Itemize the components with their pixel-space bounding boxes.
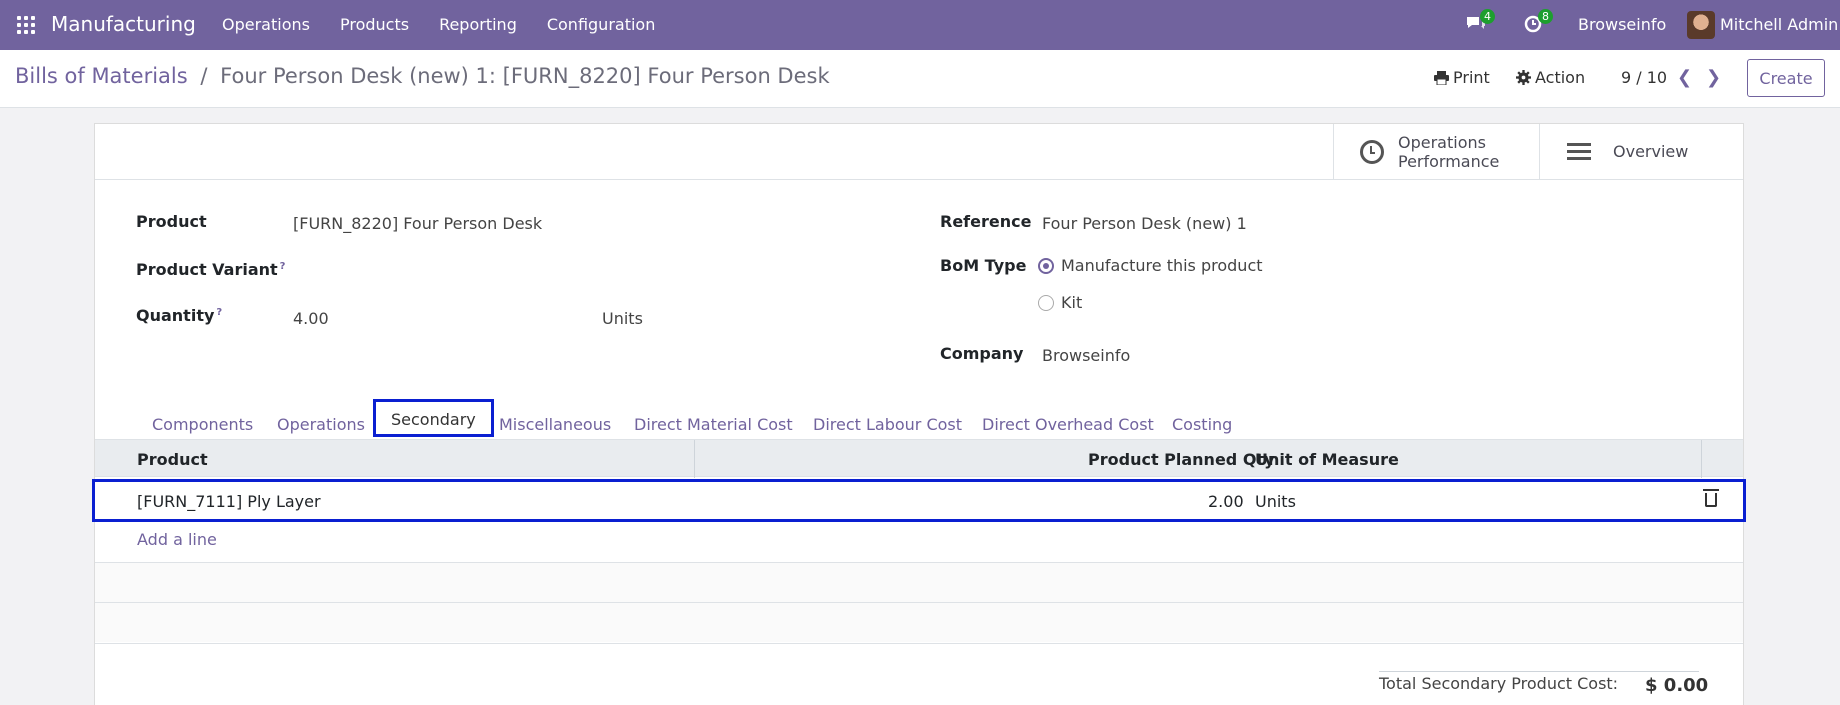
column-uom[interactable]: Unit of Measure bbox=[1255, 450, 1399, 469]
help-mark[interactable]: ? bbox=[280, 261, 286, 272]
tab-direct-overhead-cost[interactable]: Direct Overhead Cost bbox=[982, 409, 1154, 441]
tab-components[interactable]: Components bbox=[152, 409, 253, 441]
avatar[interactable] bbox=[1687, 11, 1715, 39]
list-icon bbox=[1567, 139, 1591, 164]
smart-button-bar: Operations Performance Overview bbox=[95, 124, 1743, 180]
product-label: Product bbox=[136, 212, 207, 231]
top-navbar: Manufacturing Operations Products Report… bbox=[0, 0, 1840, 50]
control-panel: Bills of Materials / Four Person Desk (n… bbox=[0, 50, 1840, 108]
row-qty[interactable]: 2.00 bbox=[1208, 492, 1244, 511]
menu-products[interactable]: Products bbox=[340, 15, 409, 34]
reference-field[interactable]: Four Person Desk (new) 1 bbox=[1042, 214, 1247, 233]
overview-button[interactable]: Overview bbox=[1539, 124, 1743, 179]
operations-performance-line1: Operations bbox=[1398, 132, 1486, 152]
menu-reporting[interactable]: Reporting bbox=[439, 15, 517, 34]
company-switcher[interactable]: Browseinfo bbox=[1578, 15, 1666, 34]
column-divider[interactable] bbox=[694, 440, 695, 478]
quantity-field[interactable]: 4.00 bbox=[293, 309, 329, 328]
overview-label: Overview bbox=[1613, 142, 1689, 161]
total-secondary-cost-value: $ 0.00 bbox=[1645, 675, 1709, 696]
gear-icon bbox=[1516, 70, 1531, 85]
messages-icon[interactable]: 4 bbox=[1465, 9, 1495, 34]
add-a-line-link[interactable]: Add a line bbox=[137, 530, 217, 549]
table-header: Product Product Planned Qty Unit of Meas… bbox=[95, 439, 1743, 478]
messages-badge: 4 bbox=[1480, 9, 1495, 24]
tab-costing[interactable]: Costing bbox=[1172, 409, 1232, 441]
action-button[interactable]: Action bbox=[1516, 68, 1585, 87]
totals-section: Total Secondary Product Cost: $ 0.00 bbox=[95, 643, 1743, 705]
bom-type-radio-manufacture[interactable] bbox=[1038, 258, 1054, 274]
tab-secondary[interactable]: Secondary bbox=[373, 399, 494, 437]
product-field[interactable]: [FURN_8220] Four Person Desk bbox=[293, 214, 542, 233]
bom-type-option-kit[interactable]: Kit bbox=[1061, 293, 1082, 312]
totals-divider bbox=[1379, 671, 1699, 672]
row-product[interactable]: [FURN_7111] Ply Layer bbox=[137, 492, 321, 511]
activities-icon[interactable]: 8 bbox=[1523, 9, 1553, 34]
user-menu[interactable]: Mitchell Admin bbox=[1720, 15, 1838, 34]
menu-configuration[interactable]: Configuration bbox=[547, 15, 656, 34]
column-planned-qty[interactable]: Product Planned Qty bbox=[1088, 450, 1275, 469]
bom-type-radio-kit[interactable] bbox=[1038, 295, 1054, 311]
tab-direct-labour-cost[interactable]: Direct Labour Cost bbox=[813, 409, 962, 441]
breadcrumb-separator: / bbox=[200, 64, 208, 88]
breadcrumb: Bills of Materials / Four Person Desk (n… bbox=[15, 64, 830, 88]
pager-value[interactable]: 9 / 10 bbox=[1621, 68, 1667, 87]
column-divider[interactable] bbox=[1701, 440, 1702, 478]
operations-performance-line2: Performance bbox=[1398, 151, 1500, 171]
empty-row bbox=[95, 562, 1743, 602]
help-mark[interactable]: ? bbox=[216, 307, 222, 318]
print-button[interactable]: Print bbox=[1434, 68, 1490, 87]
total-secondary-cost-label: Total Secondary Product Cost: bbox=[1379, 674, 1619, 693]
activities-badge: 8 bbox=[1538, 9, 1553, 24]
row-uom[interactable]: Units bbox=[1255, 492, 1296, 511]
column-product[interactable]: Product bbox=[137, 450, 208, 469]
clock-icon bbox=[1360, 139, 1384, 164]
main-menu: Operations Products Reporting Configurat… bbox=[222, 15, 685, 34]
quantity-label: Quantity? bbox=[136, 306, 223, 325]
product-variant-field[interactable] bbox=[293, 260, 593, 282]
chevron-left-icon[interactable]: ❮ bbox=[1677, 67, 1692, 88]
print-label: Print bbox=[1453, 68, 1490, 87]
form-sheet: Operations Performance Overview Product … bbox=[92, 123, 1746, 705]
quantity-uom-field[interactable]: Units bbox=[602, 309, 643, 328]
chevron-right-icon[interactable]: ❯ bbox=[1706, 67, 1721, 88]
tab-miscellaneous[interactable]: Miscellaneous bbox=[499, 409, 611, 441]
apps-menu-icon[interactable] bbox=[17, 16, 35, 34]
reference-label: Reference bbox=[940, 212, 1032, 231]
table-row[interactable]: [FURN_7111] Ply Layer 2.00 Units bbox=[92, 479, 1746, 522]
printer-icon bbox=[1434, 70, 1449, 85]
breadcrumb-parent[interactable]: Bills of Materials bbox=[15, 64, 188, 88]
app-brand[interactable]: Manufacturing bbox=[51, 12, 196, 36]
bom-type-option-manufacture[interactable]: Manufacture this product bbox=[1061, 256, 1263, 275]
company-label: Company bbox=[940, 344, 1024, 363]
menu-operations[interactable]: Operations bbox=[222, 15, 310, 34]
product-variant-label: Product Variant? bbox=[136, 260, 286, 279]
bom-type-label: BoM Type bbox=[940, 256, 1027, 275]
trash-icon[interactable] bbox=[1703, 489, 1719, 507]
empty-row bbox=[95, 602, 1743, 642]
tab-operations[interactable]: Operations bbox=[277, 409, 365, 441]
operations-performance-button[interactable]: Operations Performance bbox=[1333, 124, 1539, 179]
action-label: Action bbox=[1535, 68, 1586, 87]
company-field[interactable]: Browseinfo bbox=[1042, 346, 1130, 365]
create-button[interactable]: Create bbox=[1747, 59, 1825, 97]
breadcrumb-current: Four Person Desk (new) 1: [FURN_8220] Fo… bbox=[220, 64, 830, 88]
tab-direct-material-cost[interactable]: Direct Material Cost bbox=[634, 409, 793, 441]
